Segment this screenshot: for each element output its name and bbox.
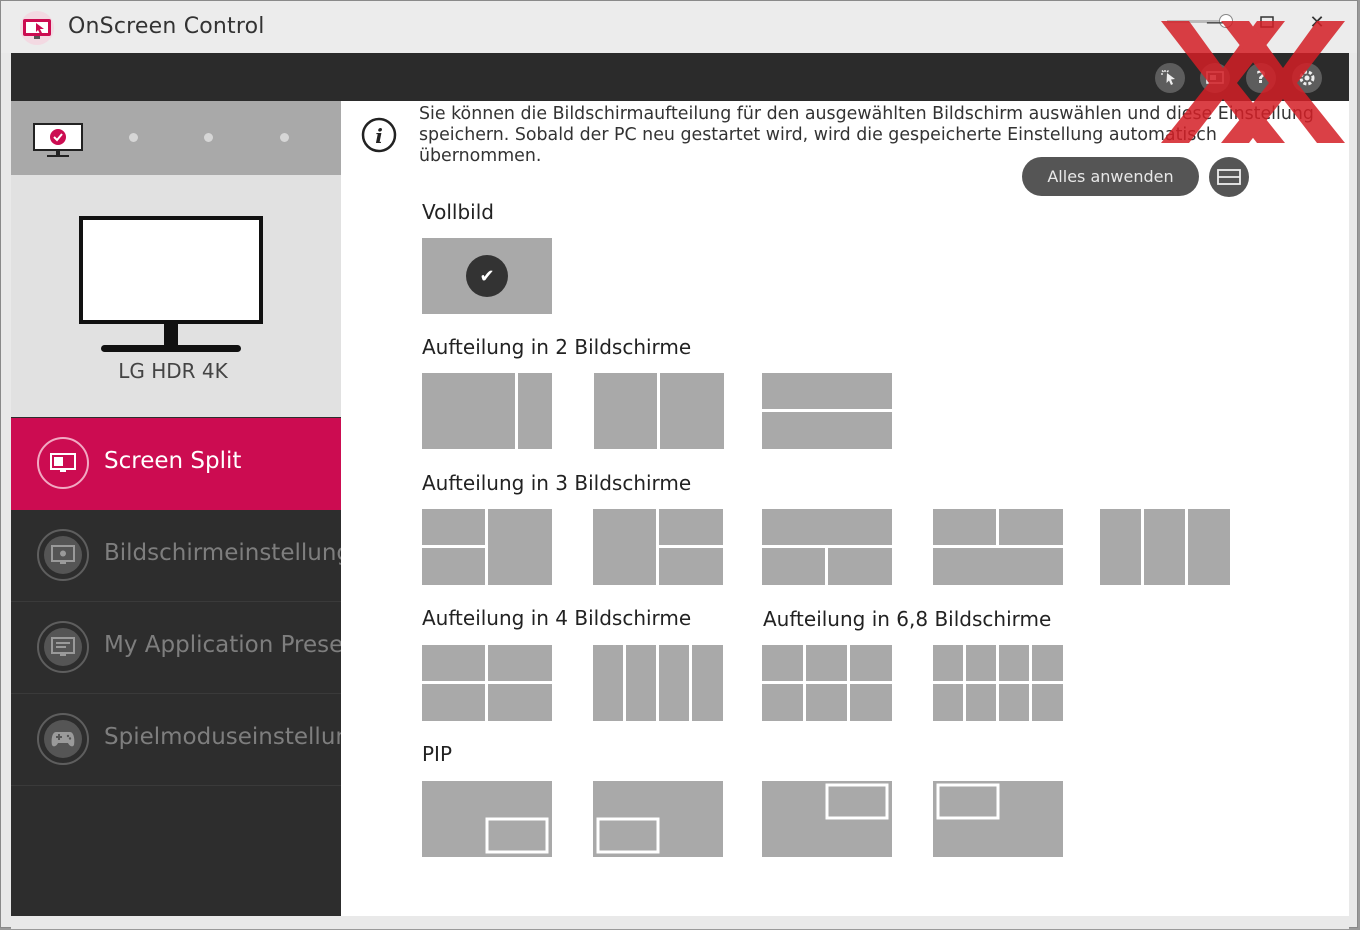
layout-split2-horizontal[interactable] <box>762 373 892 449</box>
app-logo-icon <box>20 11 54 45</box>
layout-split3-left-stack[interactable] <box>422 509 552 585</box>
layout-split2-vertical[interactable] <box>594 373 724 449</box>
settings-icon[interactable] <box>1292 63 1322 93</box>
app-preset-icon <box>51 637 75 656</box>
layout-pip-bottom-right[interactable] <box>422 781 552 857</box>
svg-text:i: i <box>375 124 383 148</box>
screen-split-icon <box>50 453 76 472</box>
info-icon: i <box>361 117 397 153</box>
monitor-toggle-icon[interactable] <box>1200 63 1230 93</box>
menu-label: My Application Preset <box>104 632 341 658</box>
window-bottom-edge <box>11 916 1349 929</box>
section-title-split4: Aufteilung in 4 Bildschirme <box>422 606 692 630</box>
menu-label: Spielmoduseinstellungen <box>104 724 341 750</box>
monitor-slot-dot[interactable] <box>204 133 213 142</box>
title-bar: OnScreen Control — ✕ <box>1 1 1357 53</box>
menu-item-game-mode[interactable]: Spielmoduseinstellungen <box>11 694 341 786</box>
monitor-slot-dot[interactable] <box>280 133 289 142</box>
section-title-fullscreen: Vollbild <box>422 200 494 224</box>
layout-split3-bottom-pair[interactable] <box>762 509 892 585</box>
checkmark-icon: ✔ <box>466 255 508 297</box>
layout-split3-columns[interactable] <box>1100 509 1230 585</box>
maximize-icon <box>1260 16 1274 28</box>
monitor-preview: LG HDR 4K <box>11 175 341 417</box>
layout-view-button[interactable] <box>1209 157 1249 197</box>
section-title-split3: Aufteilung in 3 Bildschirme <box>422 471 692 495</box>
layout-split4-columns[interactable] <box>593 645 723 721</box>
layout-split4-grid[interactable] <box>422 645 552 721</box>
monitor-selector <box>11 101 341 175</box>
monitor-illustration-icon <box>79 216 263 352</box>
layout-pip-top-right[interactable] <box>762 781 892 857</box>
layout-view-icon <box>1217 169 1241 185</box>
monitor-slot-dot[interactable] <box>129 133 138 142</box>
menu-label: Screen Split <box>104 448 242 474</box>
menu-item-screen-split[interactable]: Screen Split <box>11 418 341 510</box>
maximize-button[interactable] <box>1241 7 1293 37</box>
help-icon[interactable]: ? <box>1246 63 1276 93</box>
minimize-button[interactable]: — <box>1189 7 1241 37</box>
apply-all-button[interactable]: Alles anwenden <box>1022 157 1199 196</box>
section-title-pip: PIP <box>422 742 453 766</box>
layout-split6-grid[interactable] <box>762 645 892 721</box>
layout-split8-grid[interactable] <box>933 645 1063 721</box>
layout-pip-bottom-left[interactable] <box>593 781 723 857</box>
top-toolbar: ? <box>11 53 1349 101</box>
layout-fullscreen[interactable]: ✔ <box>422 238 552 314</box>
layout-split2-wide-left[interactable] <box>422 373 552 449</box>
sidebar: LG HDR 4K Screen Split Bildschirmeinstel… <box>11 101 341 916</box>
monitor-name: LG HDR 4K <box>118 359 228 383</box>
pointer-icon[interactable] <box>1155 63 1185 93</box>
selected-monitor-icon[interactable] <box>33 123 83 159</box>
gamepad-icon <box>51 732 75 747</box>
section-title-split68: Aufteilung in 6,8 Bildschirme <box>763 607 1052 631</box>
menu-label: Bildschirmeinstellungen <box>104 540 341 566</box>
menu-item-display-settings[interactable]: Bildschirmeinstellungen <box>11 510 341 602</box>
screen-split-panel: i Sie können die Bildschirmaufteilung fü… <box>341 101 1349 916</box>
menu-item-app-preset[interactable]: My Application Preset <box>11 602 341 694</box>
layout-split3-top-pair[interactable] <box>933 509 1063 585</box>
layout-pip-top-left[interactable] <box>933 781 1063 857</box>
section-title-split2: Aufteilung in 2 Bildschirme <box>422 335 692 359</box>
brightness-icon <box>51 545 75 564</box>
layout-split3-right-stack[interactable] <box>593 509 723 585</box>
app-title: OnScreen Control <box>68 14 265 39</box>
close-button[interactable]: ✕ <box>1293 7 1341 37</box>
app-window: OnScreen Control — ✕ ? LG HDR 4K Screen … <box>0 0 1358 929</box>
